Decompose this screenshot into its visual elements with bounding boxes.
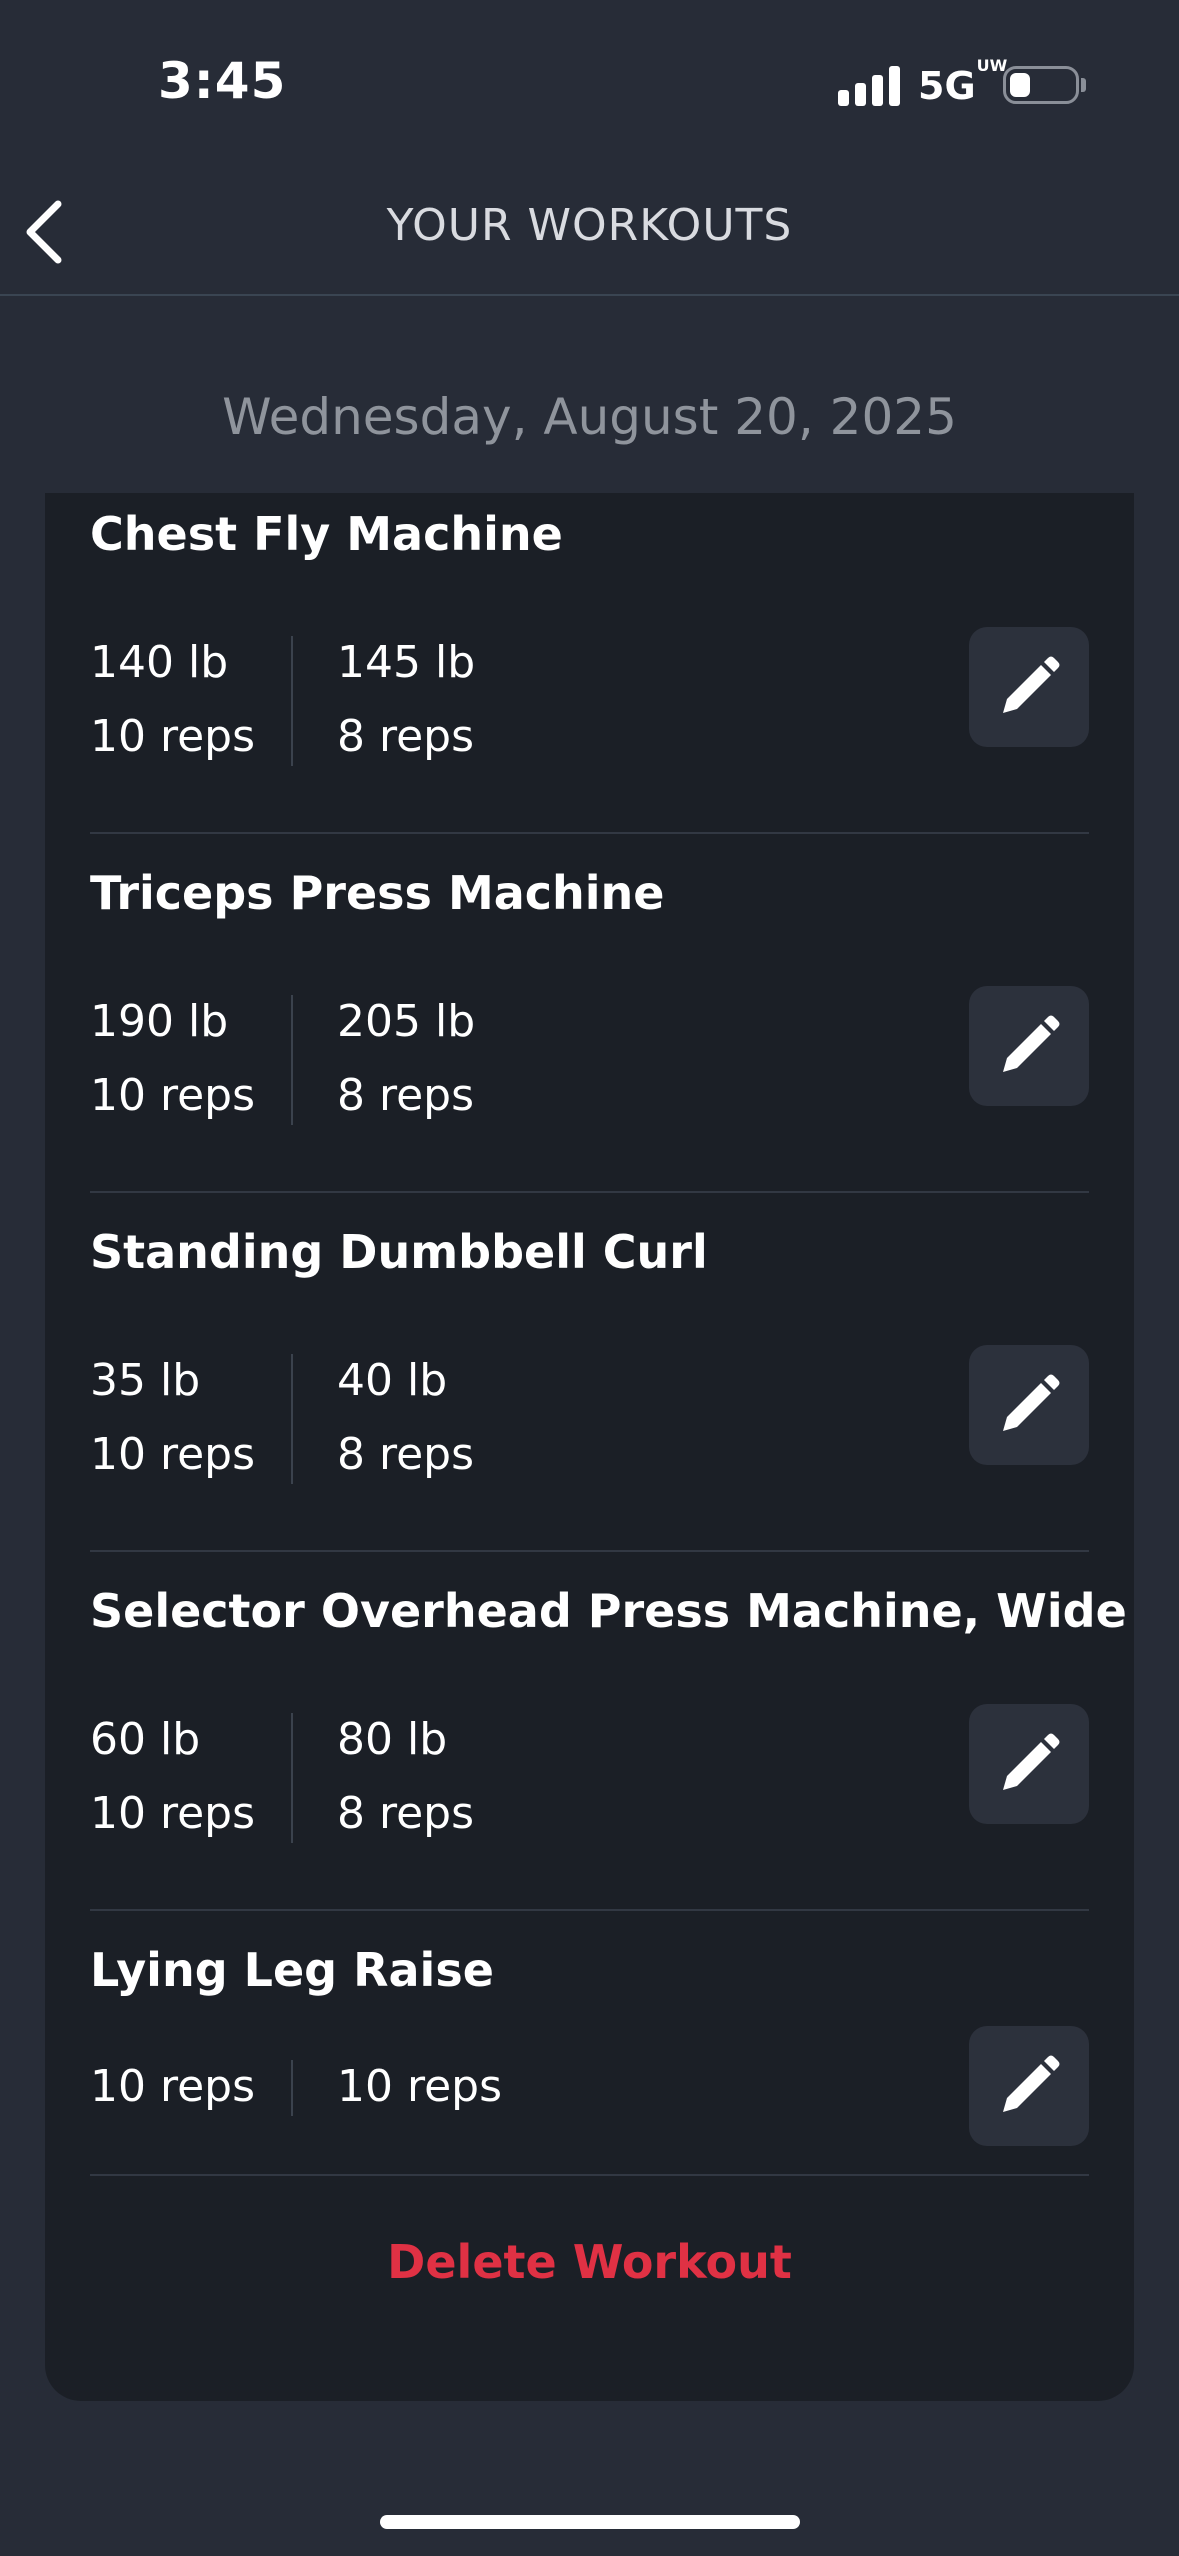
set-2: 40 lb 8 reps xyxy=(337,1344,474,1492)
exercise-name: Triceps Press Machine xyxy=(90,866,665,920)
set-2: 10 reps xyxy=(337,2050,502,2124)
set-reps: 10 reps xyxy=(90,1788,256,1839)
pencil-icon xyxy=(1003,1374,1060,1431)
set-2: 205 lb 8 reps xyxy=(337,985,475,1133)
exercise-name: Selector Overhead Press Machine, Wide xyxy=(90,1584,1127,1638)
status-time: 3:45 xyxy=(158,52,287,110)
workout-date: Wednesday, August 20, 2025 xyxy=(222,388,957,446)
delete-workout-button[interactable]: Delete Workout xyxy=(45,2235,1134,2289)
home-indicator[interactable] xyxy=(380,2515,800,2529)
set-divider xyxy=(291,636,293,766)
set-weight: 40 lb xyxy=(337,1355,448,1406)
network-suffix: UW xyxy=(976,56,1008,76)
set-divider xyxy=(291,995,293,1125)
set-reps: 10 reps xyxy=(90,2061,256,2112)
set-divider xyxy=(291,2060,293,2116)
set-weight: 140 lb xyxy=(90,637,229,688)
set-2: 145 lb 8 reps xyxy=(337,626,475,774)
set-weight: 190 lb xyxy=(90,996,229,1047)
network-indicator: 5GUW xyxy=(918,58,1007,108)
page-title: YOUR WORKOUTS xyxy=(386,200,793,251)
set-reps: 10 reps xyxy=(90,1070,256,1121)
nav-bar: YOUR WORKOUTS xyxy=(0,170,1179,296)
set-weight: 80 lb xyxy=(337,1714,448,1765)
exercise-name: Standing Dumbbell Curl xyxy=(90,1225,708,1279)
set-1: 60 lb 10 reps xyxy=(90,1703,255,1851)
pencil-icon xyxy=(1003,656,1060,713)
edit-exercise-button[interactable] xyxy=(969,986,1089,1106)
set-reps: 10 reps xyxy=(337,2061,503,2112)
edit-exercise-button[interactable] xyxy=(969,627,1089,747)
divider xyxy=(90,2174,1089,2176)
set-divider xyxy=(291,1354,293,1484)
set-1: 140 lb 10 reps xyxy=(90,626,255,774)
workout-card: Chest Fly Machine 140 lb 10 reps 145 lb … xyxy=(45,493,1134,2401)
status-bar: 3:45 5GUW xyxy=(0,0,1179,170)
exercise-name: Lying Leg Raise xyxy=(90,1943,494,1997)
set-reps: 8 reps xyxy=(337,711,475,762)
divider xyxy=(90,832,1089,834)
signal-icon xyxy=(838,66,900,106)
battery-icon xyxy=(1003,66,1079,104)
set-1: 190 lb 10 reps xyxy=(90,985,255,1133)
set-reps: 8 reps xyxy=(337,1070,475,1121)
battery-cap xyxy=(1081,78,1086,92)
set-reps: 8 reps xyxy=(337,1788,475,1839)
set-weight: 205 lb xyxy=(337,996,476,1047)
set-reps: 10 reps xyxy=(90,1429,256,1480)
set-divider xyxy=(291,1713,293,1843)
set-2: 80 lb 8 reps xyxy=(337,1703,474,1851)
edit-exercise-button[interactable] xyxy=(969,1345,1089,1465)
edit-exercise-button[interactable] xyxy=(969,1704,1089,1824)
set-1: 35 lb 10 reps xyxy=(90,1344,255,1492)
set-weight: 60 lb xyxy=(90,1714,201,1765)
exercise-name: Chest Fly Machine xyxy=(90,507,563,561)
pencil-icon xyxy=(1003,2055,1060,2112)
pencil-icon xyxy=(1003,1015,1060,1072)
edit-exercise-button[interactable] xyxy=(969,2026,1089,2146)
set-weight: 35 lb xyxy=(90,1355,201,1406)
network-label: 5G xyxy=(918,64,976,108)
set-weight: 145 lb xyxy=(337,637,476,688)
set-reps: 8 reps xyxy=(337,1429,475,1480)
divider xyxy=(90,1550,1089,1552)
divider xyxy=(90,1909,1089,1911)
set-reps: 10 reps xyxy=(90,711,256,762)
set-1: 10 reps xyxy=(90,2050,255,2124)
pencil-icon xyxy=(1003,1733,1060,1790)
divider xyxy=(90,1191,1089,1193)
